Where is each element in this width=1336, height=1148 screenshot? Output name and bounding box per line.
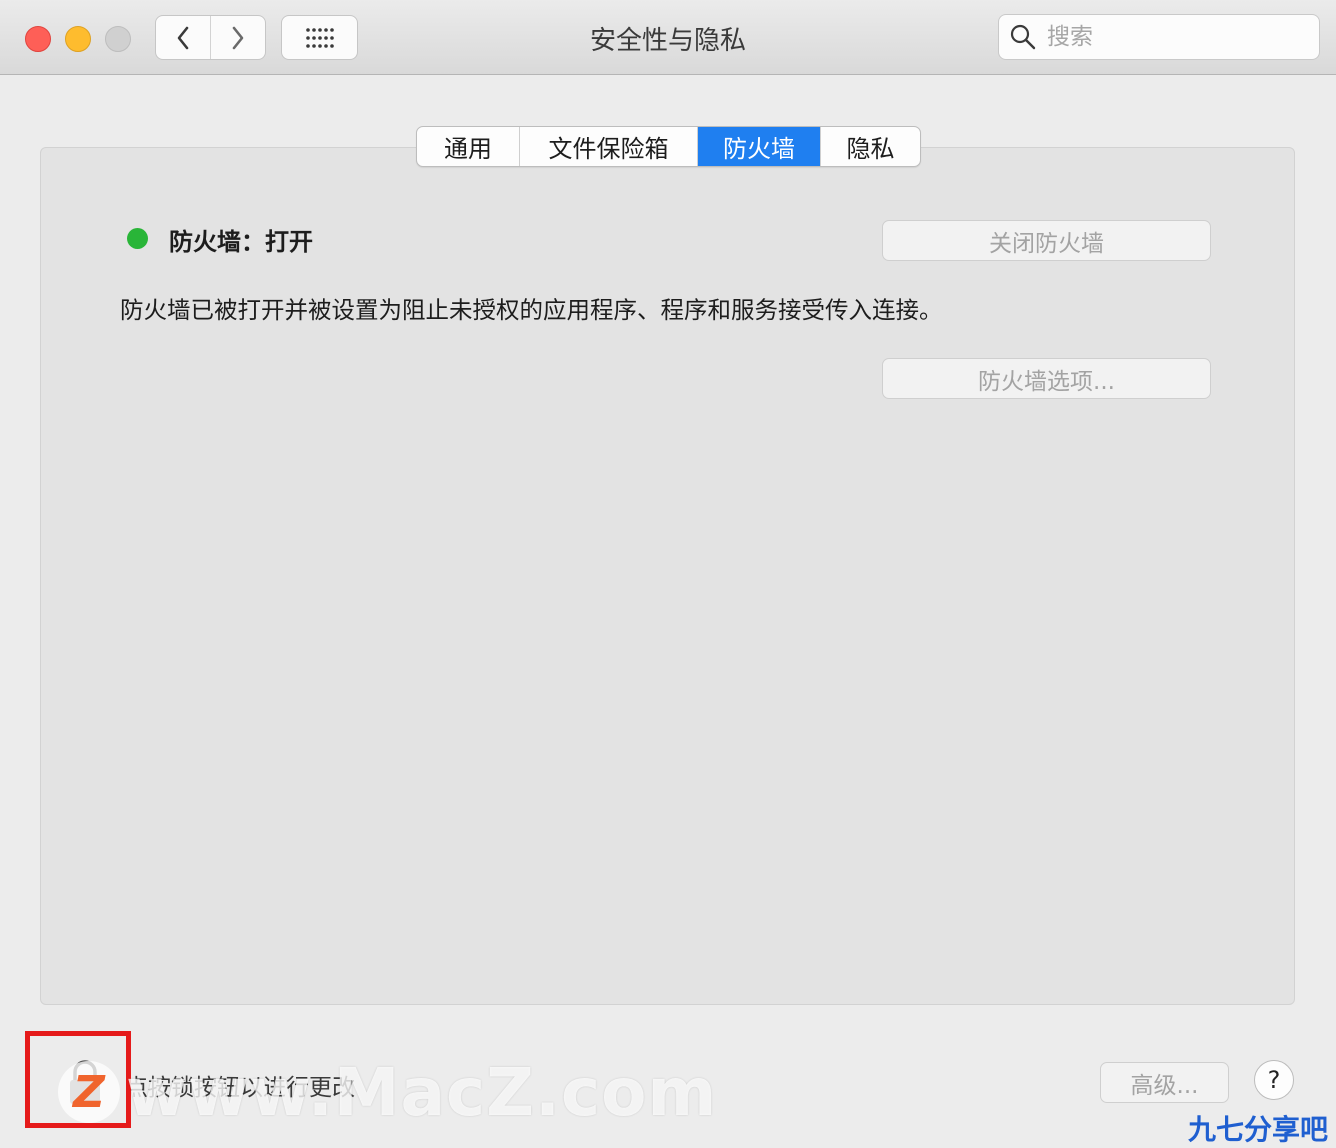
chevron-left-icon [177,26,189,49]
show-all-button[interactable] [281,15,358,60]
tab-filevault[interactable]: 文件保险箱 [519,127,697,166]
search-icon [1009,23,1037,51]
zoom-window-button [105,26,131,52]
grid-icon [305,27,334,48]
navigation-buttons [155,15,266,60]
minimize-window-button[interactable] [65,26,91,52]
window-title: 安全性与隐私 [589,26,746,56]
lock-highlight-box [25,1031,131,1128]
back-button[interactable] [156,16,210,59]
lock-hint-text: 点按锁按钮以进行更改 [125,1075,355,1101]
firewall-status-indicator [127,228,148,249]
close-window-button[interactable] [25,26,51,52]
search-input[interactable] [1045,23,1299,51]
corner-watermark: 九七分享吧 [1188,1113,1329,1146]
search-field[interactable] [998,14,1320,60]
tab-firewall[interactable]: 防火墙 [697,127,820,166]
firewall-status-label: 防火墙：打开 [169,228,313,256]
title-bar: 安全性与隐私 [0,0,1336,75]
tab-general[interactable]: 通用 [417,127,519,166]
advanced-button[interactable]: 高级... [1100,1062,1229,1103]
content-panel [40,147,1295,1005]
turn-off-firewall-button[interactable]: 关闭防火墙 [882,220,1211,261]
chevron-right-icon [232,26,244,49]
tab-bar: 通用 文件保险箱 防火墙 隐私 [416,126,921,167]
help-button[interactable]: ? [1254,1060,1294,1100]
firewall-options-button[interactable]: 防火墙选项... [882,358,1211,399]
forward-button[interactable] [210,16,265,59]
tab-privacy[interactable]: 隐私 [820,127,920,166]
firewall-description: 防火墙已被打开并被设置为阻止未授权的应用程序、程序和服务接受传入连接。 [120,296,943,324]
